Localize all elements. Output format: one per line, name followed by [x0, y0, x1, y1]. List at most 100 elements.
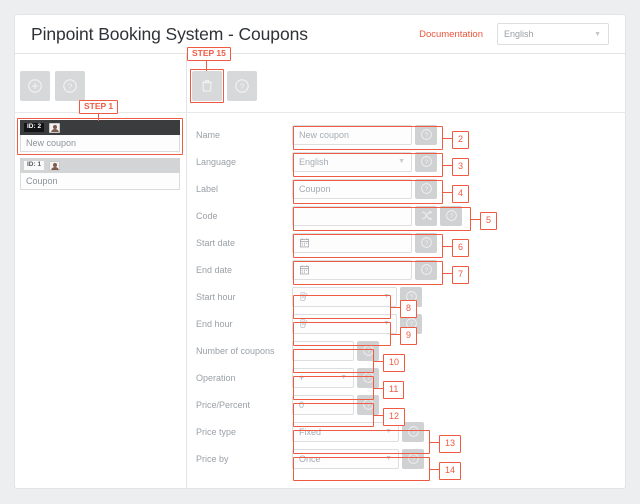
price-percent-input[interactable]: 0 — [292, 394, 354, 415]
help-icon: ? — [420, 129, 432, 140]
help-icon: ? — [362, 399, 374, 410]
price-type-help-button[interactable]: ? — [402, 421, 424, 442]
field-label: Price/Percent — [196, 399, 251, 410]
language-dropdown[interactable]: English ▼ — [292, 151, 412, 172]
chevron-down-icon: ▼ — [398, 158, 405, 165]
form-row-end-date: End date ? — [186, 256, 626, 283]
svg-text:?: ? — [240, 82, 245, 91]
svg-text:?: ? — [411, 429, 415, 436]
chevron-down-icon: ▼ — [383, 293, 390, 300]
field-control: ? — [292, 340, 379, 361]
start-hour-dropdown[interactable]: ▼ — [292, 286, 397, 307]
name-input-value: New coupon — [299, 129, 350, 140]
clock-icon — [299, 318, 310, 329]
documentation-link[interactable]: Documentation — [419, 29, 483, 40]
list-item[interactable]: ID: 1 Coupon — [20, 158, 180, 190]
step-tag-12: 12 — [383, 408, 406, 426]
right-toolbar: ? — [192, 71, 257, 101]
field-control: English ▼ ? — [292, 151, 437, 172]
field-label: Language — [196, 156, 237, 167]
step-tag-11: 11 — [383, 381, 405, 399]
app-root: Pinpoint Booking System - Coupons Docume… — [0, 0, 640, 504]
form-row-price-by: Price by Once ▼ ? — [186, 445, 626, 472]
field-control: ? — [292, 259, 437, 280]
svg-text:?: ? — [366, 402, 370, 409]
calendar-icon — [299, 237, 310, 248]
svg-text:?: ? — [366, 375, 370, 382]
form-row-name: Name New coupon ? — [186, 121, 626, 148]
price-by-dropdown[interactable]: Once ▼ — [292, 448, 399, 469]
name-help-button[interactable]: ? — [415, 124, 437, 145]
language-select-value: English — [504, 29, 534, 39]
right-toolbar-divider — [186, 112, 626, 113]
field-control: ? — [292, 205, 462, 226]
trash-icon — [202, 79, 212, 92]
label-help-button[interactable]: ? — [415, 178, 437, 199]
svg-text:?: ? — [411, 456, 415, 463]
svg-text:?: ? — [424, 186, 428, 193]
label-input[interactable]: Coupon — [292, 178, 412, 199]
step-tag-9: 9 — [400, 327, 418, 345]
help-icon: ? — [420, 156, 432, 167]
language-select[interactable]: English ▼ — [497, 23, 609, 45]
step-tag-13: 13 — [439, 435, 462, 453]
help-icon: ? — [362, 345, 374, 356]
add-coupon-button[interactable] — [20, 71, 50, 101]
language-dropdown-value: English — [299, 156, 329, 167]
end-date-input[interactable] — [292, 259, 412, 280]
operation-help-button[interactable]: ? — [357, 367, 379, 388]
name-input[interactable]: New coupon — [292, 124, 412, 145]
help-icon: ? — [407, 453, 419, 464]
price-by-help-button[interactable]: ? — [402, 448, 424, 469]
chevron-down-icon: ▼ — [340, 374, 347, 381]
svg-text:?: ? — [68, 82, 73, 91]
step-tag-15: STEP 15 — [187, 47, 231, 61]
page-title: Pinpoint Booking System - Coupons — [31, 23, 308, 44]
field-label: Label — [196, 183, 219, 194]
step-tag-7: 7 — [452, 266, 470, 284]
field-label: Start hour — [196, 291, 236, 302]
start-date-input[interactable] — [292, 232, 412, 253]
form-row-code: Code ? — [186, 202, 626, 229]
price-percent-value: 0 — [299, 399, 305, 410]
left-help-button[interactable]: ? — [55, 71, 85, 101]
help-icon: ? — [445, 210, 457, 221]
generate-code-button[interactable] — [415, 205, 437, 226]
operation-dropdown[interactable]: + ▼ — [292, 367, 354, 388]
coupon-id-badge: ID: 2 — [24, 123, 45, 132]
coupon-form: Name New coupon ? Language English ▼ ? L… — [186, 121, 626, 472]
field-control: Once ▼ ? — [292, 448, 424, 469]
end-hour-dropdown[interactable]: ▼ — [292, 313, 397, 334]
field-label: Code — [196, 210, 218, 221]
clock-icon — [299, 291, 310, 302]
price-by-value: Once — [299, 453, 321, 464]
number-of-coupons-help-button[interactable]: ? — [357, 340, 379, 361]
field-label: End hour — [196, 318, 233, 329]
step-tag-5: 5 — [480, 212, 498, 230]
header-actions: Documentation English ▼ — [419, 23, 609, 45]
right-help-button[interactable]: ? — [227, 71, 257, 101]
help-icon: ? — [235, 79, 249, 93]
chevron-down-icon: ▼ — [383, 320, 390, 327]
code-help-button[interactable]: ? — [440, 205, 462, 226]
avatar — [49, 160, 61, 171]
field-control: ? — [292, 232, 437, 253]
step-tag-10: 10 — [383, 354, 406, 372]
end-date-help-button[interactable]: ? — [415, 259, 437, 280]
language-help-button[interactable]: ? — [415, 151, 437, 172]
number-of-coupons-input[interactable] — [292, 340, 354, 361]
delete-coupon-button[interactable] — [192, 71, 222, 101]
help-icon: ? — [362, 372, 374, 383]
code-input[interactable] — [292, 205, 412, 226]
field-control: New coupon ? — [292, 124, 437, 145]
svg-text:?: ? — [366, 348, 370, 355]
form-row-price-type: Price type Fixed ▼ ? — [186, 418, 626, 445]
label-input-value: Coupon — [299, 183, 331, 194]
calendar-icon — [299, 264, 310, 275]
coupon-item-header: ID: 1 — [20, 158, 180, 173]
field-label: Name — [196, 129, 221, 140]
field-label: Start date — [196, 237, 236, 248]
list-item[interactable]: ID: 2 New coupon — [20, 120, 180, 152]
start-date-help-button[interactable]: ? — [415, 232, 437, 253]
price-percent-help-button[interactable]: ? — [357, 394, 379, 415]
